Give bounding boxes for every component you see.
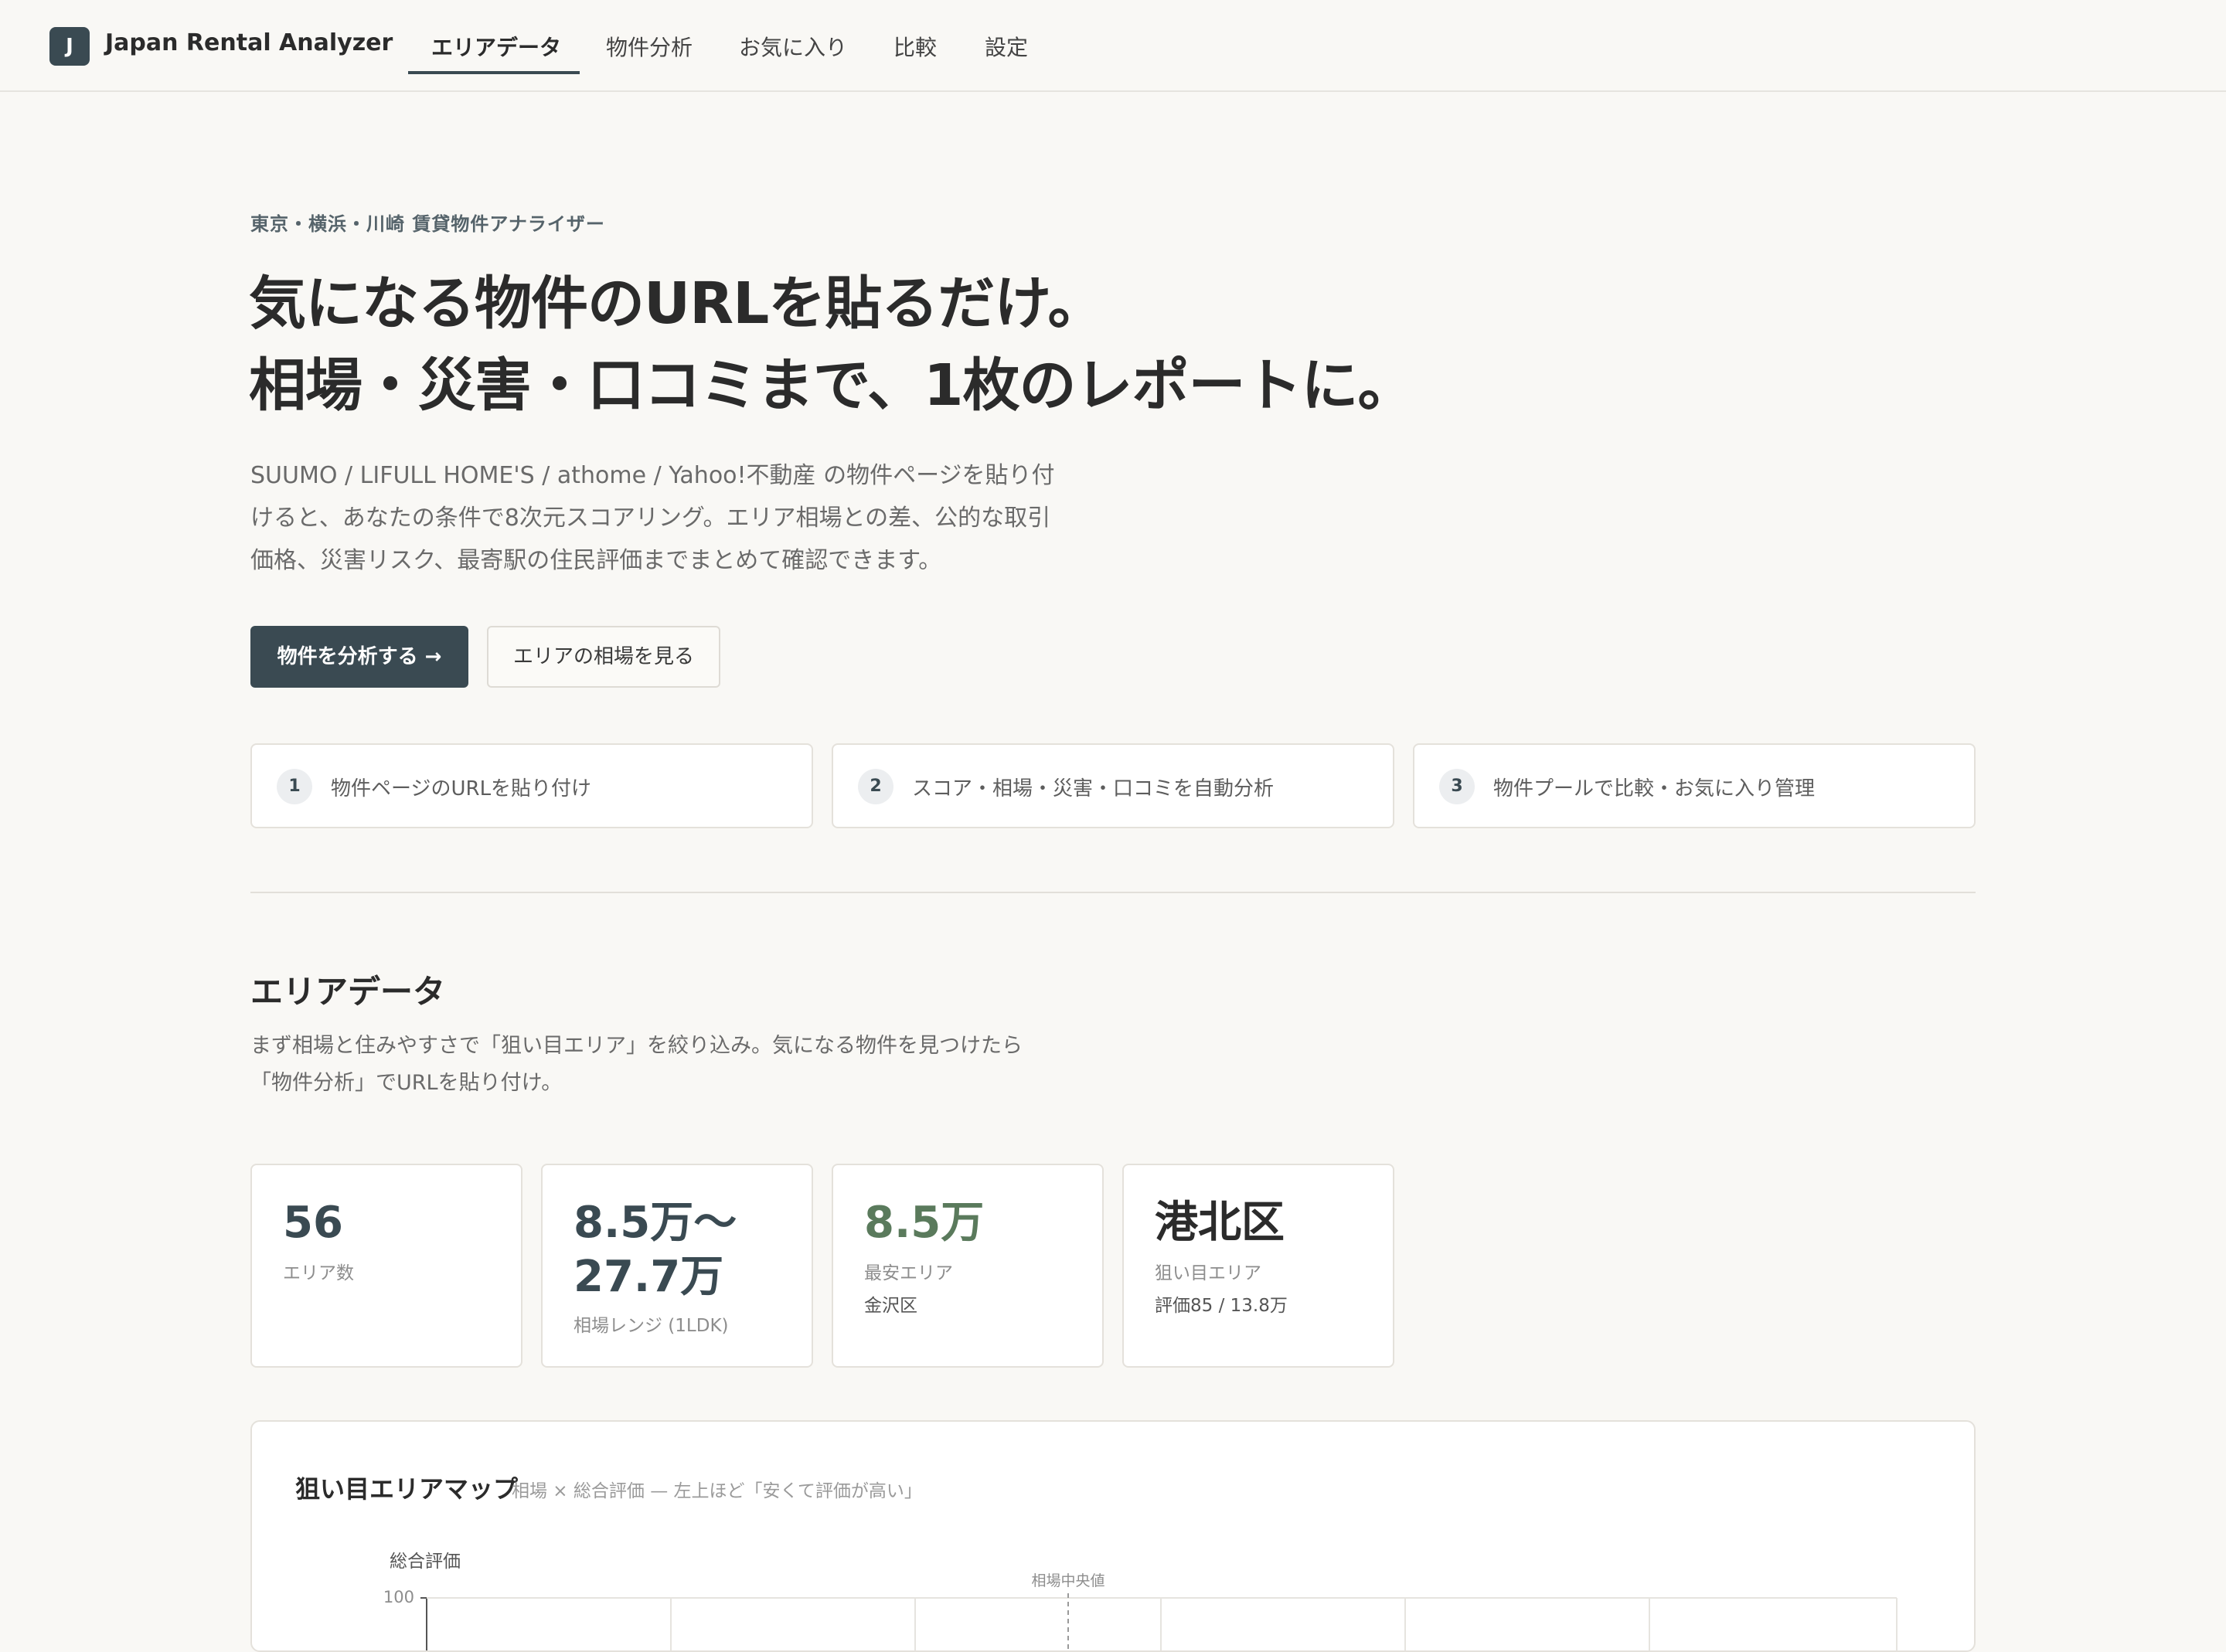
stat-sub-value: 評価85 / 13.8万 — [1155, 1296, 1288, 1316]
stat-label: エリア数 — [283, 1263, 354, 1283]
area-section-description: まず相場と住みやすさで「狙い目エリア」を絞り込み。気になる物件を見つけたら「物件… — [250, 1034, 1023, 1095]
step-label: スコア・相場・災害・口コミを自動分析 — [912, 777, 1275, 801]
nav-tab-area-data[interactable]: エリアデータ — [431, 31, 561, 62]
stat-card-price-range: 8.5万〜27.7万 相場レンジ (1LDK) — [541, 1164, 813, 1368]
hero-title: 気になる物件のURLを貼るだけ。 相場・災害・口コミまで、1枚のレポートに。 — [249, 263, 1415, 427]
stat-value: 港北区 — [1155, 1198, 1285, 1248]
stat-card-area-count: 56 エリア数 — [250, 1164, 522, 1368]
nav-tab-property-analysis[interactable]: 物件分析 — [606, 31, 693, 62]
hero-title-line-1: 気になる物件のURLを貼るだけ。 — [249, 270, 1105, 337]
step-label: 物件ページのURLを貼り付け — [331, 777, 592, 801]
y-tick-label: 100 — [383, 1588, 414, 1606]
step-number-badge: 2 — [858, 769, 893, 804]
step-card-1: 1 物件ページのURLを貼り付け — [250, 743, 813, 828]
top-navigation-bar: J Japan Rental Analyzer エリアデータ 物件分析 お気に入… — [0, 0, 2226, 92]
stat-sub-value: 金沢区 — [864, 1296, 917, 1316]
y-axis-label: 総合評価 — [390, 1552, 461, 1572]
median-label: 相場中央値 — [1031, 1572, 1104, 1589]
scatter-plot[interactable]: 総合評価 相場中央値 100 — [252, 1422, 1976, 1652]
analyze-property-button[interactable]: 物件を分析する → — [250, 626, 468, 688]
hero-eyebrow: 東京・横浜・川崎 賃貸物件アナライザー — [250, 213, 605, 235]
hero-title-line-2: 相場・災害・口コミまで、1枚のレポートに。 — [249, 352, 1415, 419]
stat-label: 相場レンジ (1LDK) — [574, 1316, 729, 1336]
hero-description: SUUMO / LIFULL HOME'S / athome / Yahoo!不… — [250, 462, 1055, 574]
app-title[interactable]: Japan Rental Analyzer — [105, 29, 393, 56]
section-divider — [250, 892, 1976, 893]
step-card-2: 2 スコア・相場・災害・口コミを自動分析 — [832, 743, 1394, 828]
step-card-3: 3 物件プールで比較・お気に入り管理 — [1413, 743, 1976, 828]
stat-card-target-area: 港北区 狙い目エリア 評価85 / 13.8万 — [1122, 1164, 1394, 1368]
active-tab-indicator — [408, 71, 580, 74]
stat-value: 8.5万 — [864, 1198, 985, 1248]
stat-label: 狙い目エリア — [1155, 1263, 1261, 1283]
nav-tab-compare[interactable]: 比較 — [893, 31, 937, 62]
target-area-map-card: 狙い目エリアマップ 相場 × 総合評価 — 左上ほど「安くて評価が高い」 総合評… — [250, 1420, 1976, 1652]
nav-tab-favorites[interactable]: お気に入り — [739, 31, 847, 62]
stat-value: 8.5万〜27.7万 — [574, 1198, 737, 1302]
area-section-title: エリアデータ — [250, 973, 446, 1011]
app-logo[interactable]: J — [49, 27, 90, 66]
stat-value: 56 — [283, 1198, 343, 1248]
view-area-prices-button[interactable]: エリアの相場を見る — [487, 626, 720, 688]
step-number-badge: 3 — [1439, 769, 1475, 804]
step-label: 物件プールで比較・お気に入り管理 — [1493, 777, 1816, 801]
nav-tab-settings[interactable]: 設定 — [985, 31, 1028, 62]
stat-card-cheapest-area: 8.5万 最安エリア 金沢区 — [832, 1164, 1104, 1368]
stat-label: 最安エリア — [864, 1263, 953, 1283]
step-number-badge: 1 — [277, 769, 312, 804]
